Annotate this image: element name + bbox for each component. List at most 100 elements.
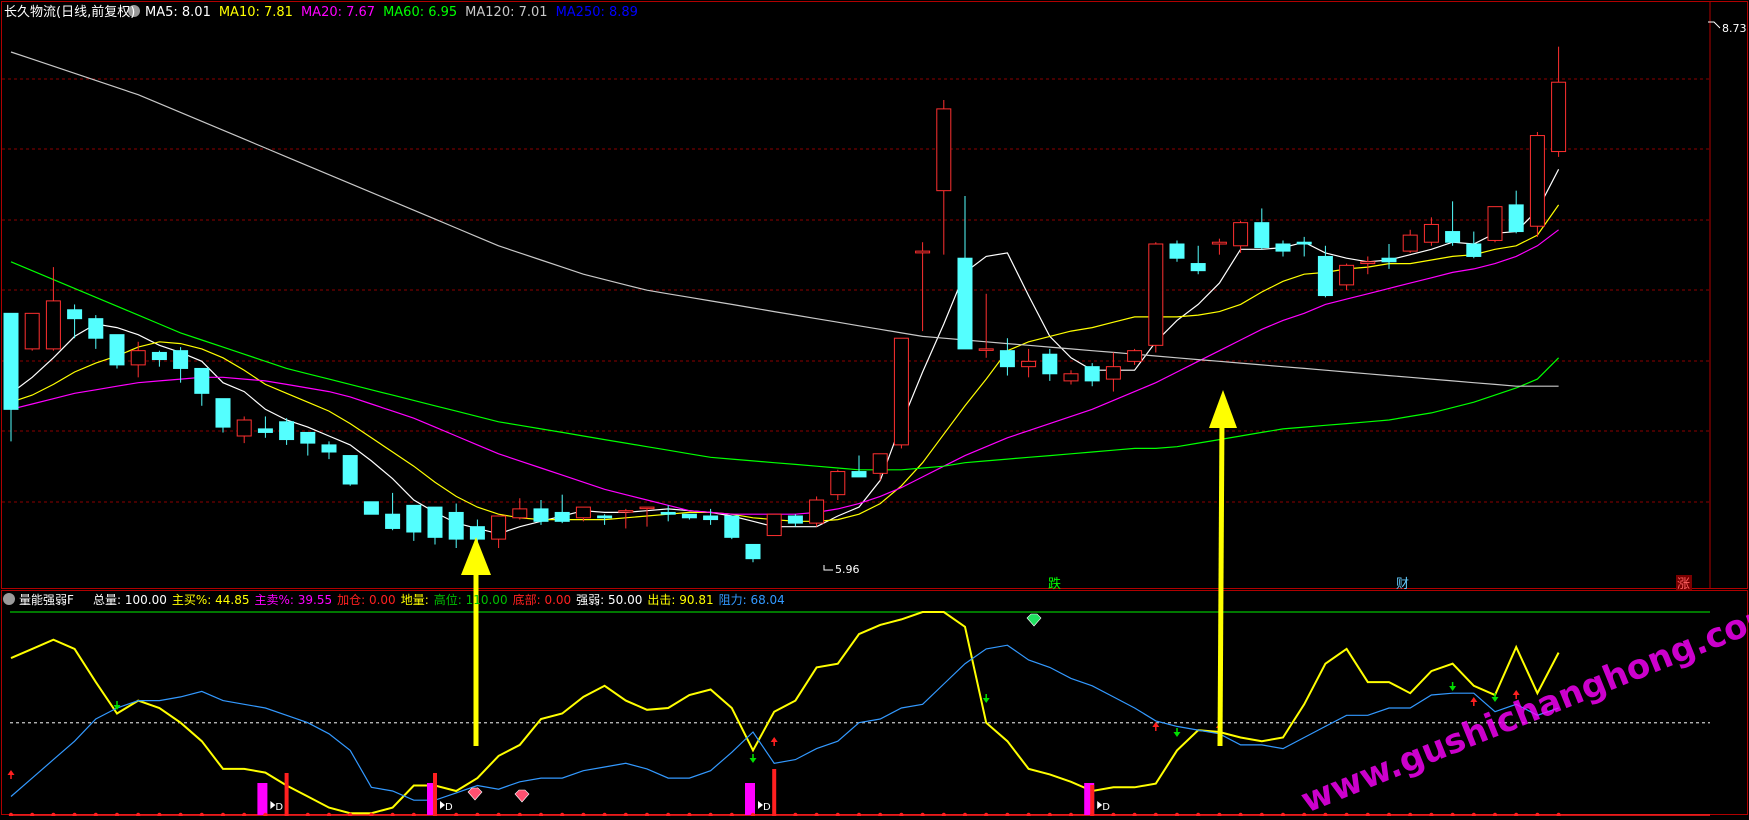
candle-body-63: [1339, 264, 1355, 286]
candle-body-32: [681, 513, 697, 519]
candle-body-65: [1381, 257, 1397, 263]
candle-body-72: [1529, 135, 1545, 227]
candle-body-71: [1508, 204, 1524, 233]
candle-body-18: [385, 513, 401, 529]
volume-bar-red-b: [433, 773, 437, 815]
candle-body-7: [151, 351, 167, 361]
signal-letter-c: D: [763, 802, 771, 813]
candle-body-16: [342, 455, 358, 485]
ind-legend-item-6: 底部: 0.00: [513, 592, 572, 607]
candle-body-20: [427, 506, 443, 538]
candle-body-29: [618, 510, 634, 513]
candle-body-12: [257, 428, 273, 433]
ind-legend-item-2: 主卖%: 39.55: [254, 593, 332, 607]
ma-legend-item-5: MA250: 8.89: [556, 5, 638, 20]
high-price-label: 8.73: [1722, 22, 1747, 35]
candle-body-53: [1127, 350, 1143, 362]
ma-legend-item-2: MA20: 7.67: [301, 5, 375, 20]
ma-legend: MA5: 8.01 MA10: 7.81 MA20: 7.67 MA60: 6.95 M…: [145, 5, 638, 20]
candle-body-26: [554, 511, 570, 522]
indicator-header: 量能强弱F 总量: 100.00 主买%: 44.85 主卖%: 39.55 加仓: …: [3, 592, 785, 607]
candle-body-2: [45, 300, 61, 350]
candle-body-19: [406, 504, 422, 533]
candle-body-0: [3, 312, 19, 410]
stock-title: 长久物流(日线,前复权): [4, 4, 135, 20]
ma-legend-item-3: MA60: 6.95: [383, 5, 457, 20]
candle-body-13: [279, 421, 295, 441]
candle-body-69: [1466, 243, 1482, 257]
candle-body-48: [1021, 360, 1037, 368]
candle-body-36: [766, 513, 782, 537]
ind-legend-item-4: 地量:: [401, 593, 429, 607]
chart-background: [0, 0, 1749, 816]
ind-legend-item-7: 强弱: 50.00: [576, 593, 642, 607]
candle-body-67: [1423, 223, 1439, 243]
candle-body-30: [639, 506, 655, 510]
candle-body-25: [533, 508, 549, 522]
volume-bar-red-d: [1090, 785, 1095, 815]
ind-legend-item-1: 主买%: 44.85: [172, 593, 250, 607]
candle-body-64: [1360, 261, 1376, 265]
candle-body-51: [1084, 366, 1100, 382]
candle-body-40: [851, 471, 867, 478]
candle-body-39: [830, 471, 846, 496]
candle-body-27: [575, 506, 591, 519]
candle-body-6: [130, 350, 146, 366]
event-label-zhang: 涨: [1677, 577, 1690, 592]
candle-body-14: [300, 431, 316, 444]
candle-body-24: [512, 508, 528, 519]
candle-body-31: [660, 511, 676, 515]
candle-body-47: [999, 350, 1015, 368]
candle-body-60: [1275, 243, 1291, 252]
candle-body-68: [1445, 231, 1461, 243]
candle-body-23: [491, 515, 507, 540]
candle-body-17: [363, 501, 379, 515]
candle-body-50: [1063, 373, 1079, 382]
candle-body-46: [978, 348, 994, 351]
candle-body-61: [1296, 241, 1312, 245]
volume-bar-red-c: [772, 769, 777, 815]
candle-body-35: [745, 543, 761, 560]
signal-letter-d: D: [1102, 802, 1110, 813]
candle-body-62: [1317, 255, 1333, 297]
candle-body-15: [321, 444, 337, 453]
ind-legend-item-9: 阻力: 68.04: [719, 593, 785, 607]
ma-legend-item-0: MA5: 8.01: [145, 5, 211, 20]
candle-body-56: [1190, 263, 1206, 272]
low-price-label: 5.96: [835, 563, 860, 576]
indicator-collapse-icon[interactable]: [3, 593, 15, 605]
ind-legend-item-3: 加仓: 0.00: [337, 593, 396, 607]
candle-body-57: [1211, 241, 1227, 245]
chart-frame: D D D D 长久物流(日线,前复权) MA5: 8.01 MA10: 7.81 MA2…: [0, 0, 1749, 820]
candle-body-58: [1233, 222, 1249, 247]
ind-legend-item-5: 高位: 110.00: [434, 592, 508, 607]
candle-body-37: [787, 515, 803, 524]
candle-body-34: [724, 515, 740, 538]
candle-body-59: [1254, 222, 1270, 249]
candle-body-21: [448, 511, 464, 540]
candle-body-49: [1042, 353, 1058, 375]
event-label-die: 跌: [1048, 576, 1061, 592]
candle-body-10: [215, 398, 231, 428]
candle-body-70: [1487, 206, 1503, 241]
candle-body-5: [109, 334, 125, 366]
candle-body-22: [469, 526, 485, 540]
volume-bar-magenta-a: [257, 783, 268, 815]
candle-body-8: [173, 350, 189, 369]
ind-legend-item-0: 总量: 100.00: [93, 593, 167, 607]
candle-body-33: [703, 515, 719, 521]
annotation-arrow-2: [1217, 416, 1225, 747]
candle-body-4: [88, 318, 104, 339]
candle-body-44: [936, 108, 952, 192]
candle-body-9: [194, 367, 210, 394]
indicator-name: 量能强弱F: [19, 593, 74, 607]
candle-body-73: [1551, 81, 1567, 153]
ind-legend-item-8: 出击: 90.81: [647, 593, 713, 607]
volume-bar-red-a: [284, 773, 289, 815]
volume-bar-magenta-c: [745, 783, 755, 815]
event-label-cai: 财: [1396, 577, 1409, 592]
candle-body-28: [597, 515, 613, 519]
candle-body-42: [893, 337, 909, 446]
stock-chart[interactable]: D D D D 长久物流(日线,前复权) MA5: 8.01 MA10: 7.81 MA2…: [0, 0, 1749, 820]
candle-body-55: [1169, 243, 1185, 259]
